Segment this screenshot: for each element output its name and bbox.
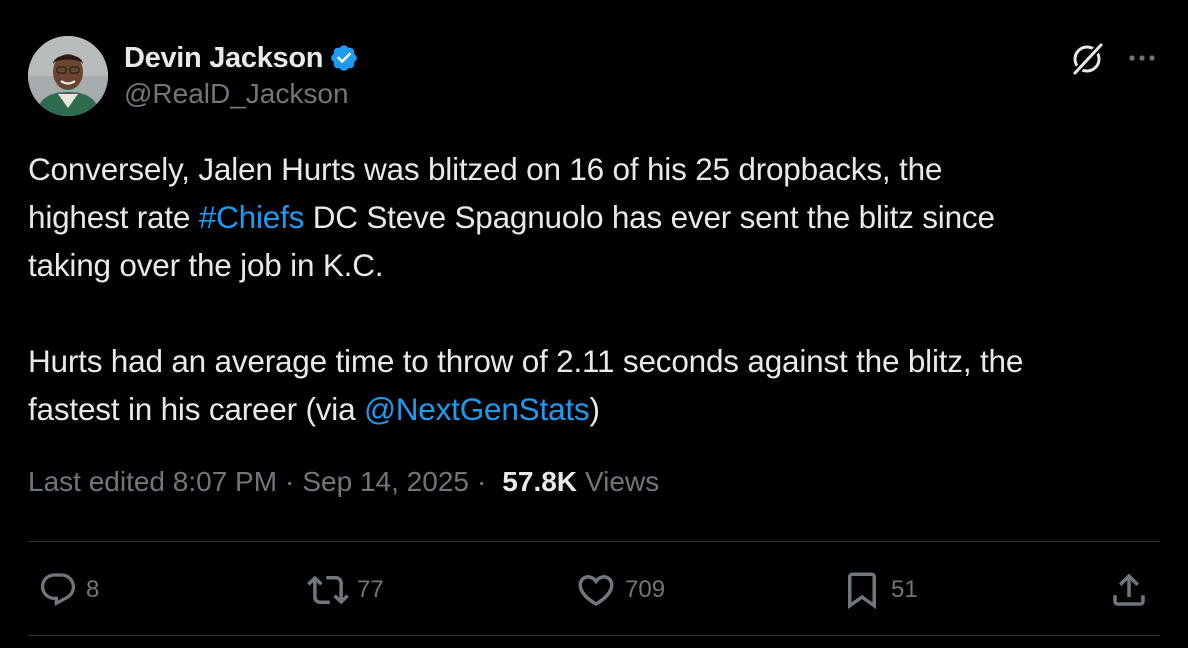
hashtag-link[interactable]: #Chiefs (199, 199, 305, 235)
share-icon (1113, 573, 1145, 606)
tweet-text-segment: fastest in his career (via (28, 391, 364, 427)
repost-button[interactable]: 77 (307, 568, 384, 612)
bookmark-button[interactable]: 51 (841, 568, 918, 612)
more-icon[interactable] (1124, 44, 1160, 72)
reply-button[interactable]: 8 (38, 568, 99, 612)
last-edited-link[interactable]: Last edited 8:07 PM (28, 466, 277, 498)
meta-separator: · (285, 466, 295, 497)
bookmark-icon (848, 572, 876, 610)
avatar-image (28, 36, 108, 116)
author-handle[interactable]: @RealD_Jackson (124, 78, 349, 110)
tweet-text-segment: ) (589, 391, 600, 427)
bookmark-count: 51 (891, 576, 918, 603)
views-label: Views (585, 466, 660, 497)
repost-icon (307, 575, 349, 605)
like-button[interactable]: 709 (575, 568, 665, 612)
tweet-metadata: Last edited 8:07 PM · Sep 14, 2025 · 57.… (28, 466, 659, 498)
author-name-row: Devin Jackson (124, 38, 359, 78)
avatar[interactable] (28, 36, 108, 116)
tweet: Devin Jackson @RealD_Jackson Conversely,… (0, 0, 1188, 648)
like-icon (578, 575, 614, 607)
views-count: 57.8K (502, 466, 578, 497)
tweet-date[interactable]: Sep 14, 2025 (302, 466, 469, 498)
tweet-text-segment: taking over the job in K.C. (28, 247, 384, 283)
tweet-text: Conversely, Jalen Hurts was blitzed on 1… (28, 145, 1163, 433)
tweet-text-line: Hurts had an average time to throw of 2.… (28, 337, 1163, 385)
like-count: 709 (625, 576, 666, 603)
tweet-text-segment: Conversely, Jalen Hurts was blitzed on 1… (28, 151, 943, 187)
tweet-text-line: fastest in his career (via @NextGenStats… (28, 385, 1163, 433)
repost-count: 77 (357, 576, 384, 603)
tweet-text-line: taking over the job in K.C. (28, 241, 1163, 289)
grok-icon[interactable] (1068, 40, 1106, 78)
divider (28, 541, 1160, 542)
tweet-text-line: Conversely, Jalen Hurts was blitzed on 1… (28, 145, 1163, 193)
reply-icon (40, 573, 76, 607)
verified-badge-icon[interactable] (329, 43, 359, 73)
tweet-text-segment: DC Steve Spagnuolo has ever sent the bli… (304, 199, 995, 235)
meta-separator: · (476, 466, 487, 497)
share-button[interactable] (1108, 568, 1150, 612)
tweet-text-line: highest rate #Chiefs DC Steve Spagnuolo … (28, 193, 1163, 241)
mention-link[interactable]: @NextGenStats (364, 391, 590, 427)
divider (28, 635, 1160, 636)
author-display-name[interactable]: Devin Jackson (124, 42, 324, 75)
reply-count: 8 (86, 576, 100, 603)
tweet-text-segment: highest rate (28, 199, 199, 235)
tweet-text-segment: Hurts had an average time to throw of 2.… (28, 343, 1024, 379)
